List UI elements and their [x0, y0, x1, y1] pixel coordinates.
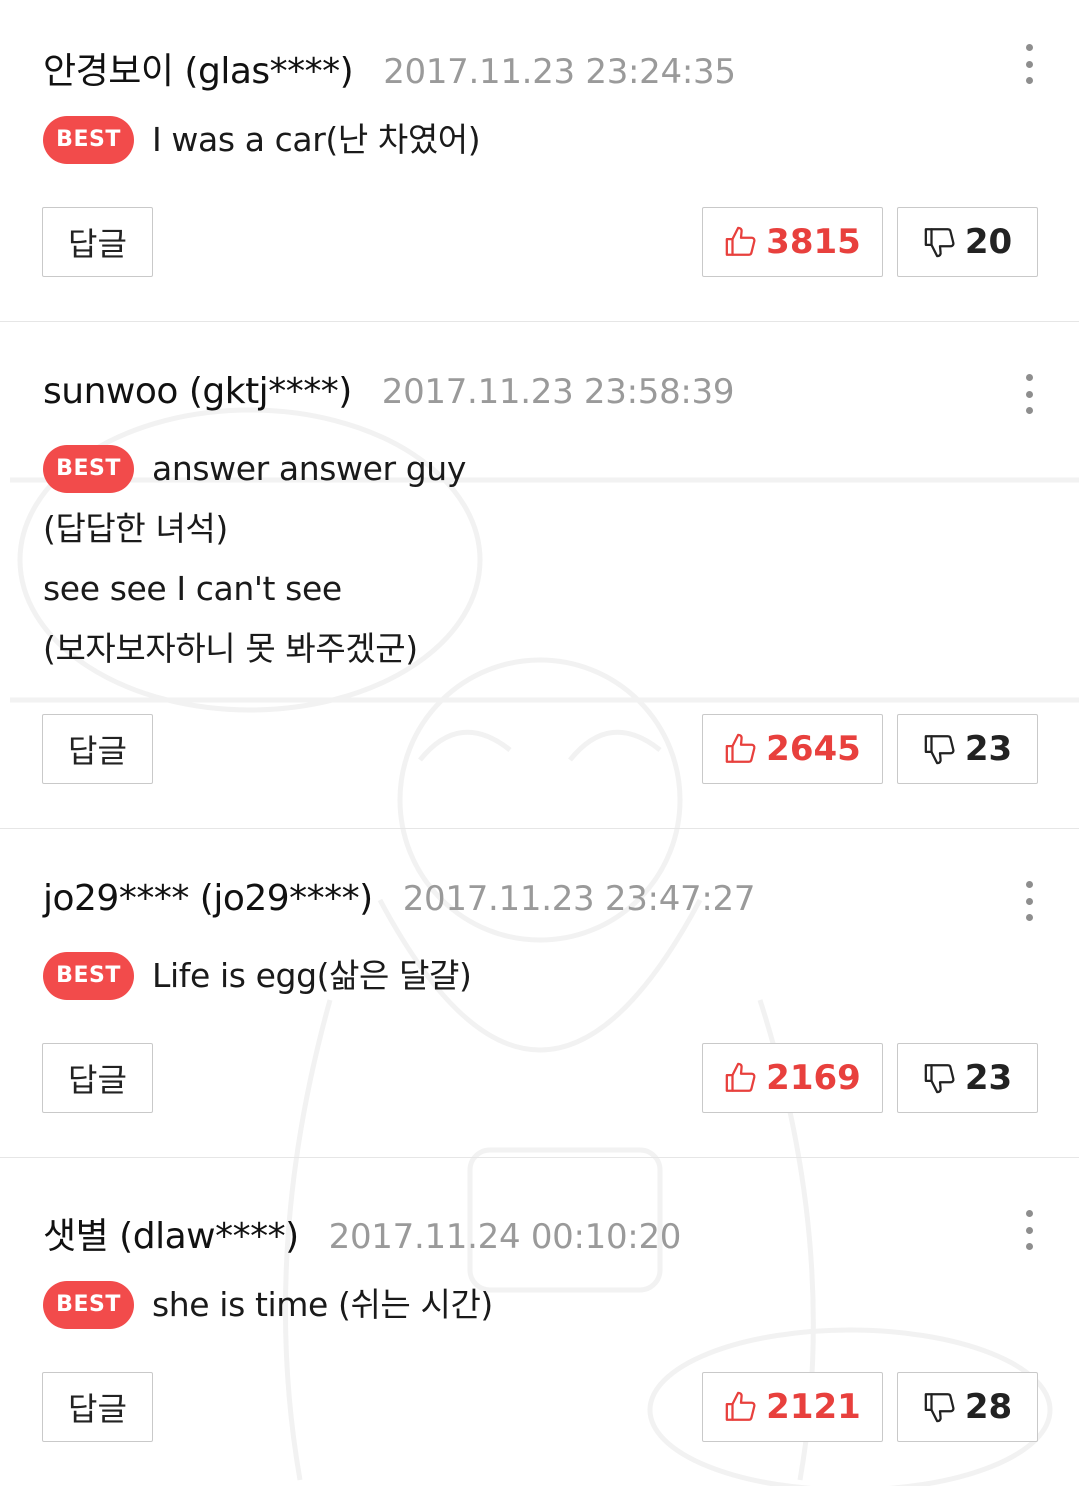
- like-count: 3815: [766, 222, 861, 262]
- best-badge: BEST: [43, 116, 134, 164]
- more-options-icon[interactable]: [1023, 881, 1035, 921]
- thumbs-up-icon: [725, 226, 756, 256]
- thumbs-up-icon: [725, 1062, 756, 1092]
- comment-body: BEST she is time (쉬는 시간): [43, 1275, 1039, 1335]
- dislike-button[interactable]: 23: [897, 714, 1038, 784]
- like-button[interactable]: 2645: [702, 714, 883, 784]
- comment-item: 안경보이 (glas****) 2017.11.23 23:24:35 BEST…: [0, 0, 1079, 322]
- comment-header: 샛별 (dlaw****) 2017.11.24 00:10:20: [43, 1207, 681, 1259]
- like-count: 2645: [766, 729, 861, 769]
- thumbs-down-icon: [924, 1064, 955, 1094]
- best-badge: BEST: [43, 952, 134, 1000]
- comment-text-line: answer answer guy: [152, 449, 466, 488]
- like-count: 2169: [766, 1058, 861, 1098]
- best-badge: BEST: [43, 1281, 134, 1329]
- comment-date: 2017.11.23 23:47:27: [402, 879, 756, 919]
- best-badge: BEST: [43, 445, 134, 493]
- more-options-icon[interactable]: [1023, 374, 1035, 414]
- comment-header: jo29**** (jo29****) 2017.11.23 23:47:27: [43, 878, 756, 919]
- like-button[interactable]: 3815: [702, 207, 883, 277]
- more-options-icon[interactable]: [1023, 44, 1035, 84]
- like-button[interactable]: 2121: [702, 1372, 883, 1442]
- thumbs-up-icon: [725, 1391, 756, 1421]
- reply-button[interactable]: 답글: [42, 1043, 153, 1113]
- more-options-icon[interactable]: [1023, 1210, 1035, 1250]
- comment-date: 2017.11.23 23:58:39: [381, 372, 735, 412]
- dislike-button[interactable]: 28: [897, 1372, 1038, 1442]
- comment-body: BEST I was a car(난 차였어): [43, 110, 1039, 170]
- comment-item: jo29**** (jo29****) 2017.11.23 23:47:27 …: [0, 829, 1079, 1158]
- thumbs-up-icon: [725, 733, 756, 763]
- comment-body: BEST Life is egg(삶은 달걀): [43, 946, 1039, 1006]
- dislike-count: 23: [964, 729, 1013, 769]
- thumbs-down-icon: [924, 735, 955, 765]
- comment-date: 2017.11.23 23:24:35: [383, 52, 736, 92]
- comment-text-line: Life is egg(삶은 달걀): [152, 956, 472, 995]
- dislike-count: 20: [964, 222, 1013, 262]
- reply-button[interactable]: 답글: [42, 207, 153, 277]
- thumbs-down-icon: [924, 228, 955, 258]
- dislike-button[interactable]: 20: [897, 207, 1038, 277]
- dislike-count: 23: [964, 1058, 1013, 1098]
- comment-item: sunwoo (gktj****) 2017.11.23 23:58:39 BE…: [0, 322, 1079, 829]
- comment-header: 안경보이 (glas****) 2017.11.23 23:24:35: [43, 42, 736, 94]
- comment-text-line: (답답한 녀석): [43, 509, 228, 548]
- like-count: 2121: [766, 1387, 861, 1427]
- author-name[interactable]: 샛별 (dlaw****): [43, 1207, 299, 1259]
- author-name[interactable]: 안경보이 (glas****): [43, 42, 354, 94]
- comment-text-line: see see I can't see: [43, 569, 342, 608]
- like-button[interactable]: 2169: [702, 1043, 883, 1113]
- comment-item: 샛별 (dlaw****) 2017.11.24 00:10:20 BEST sh…: [0, 1158, 1079, 1486]
- dislike-count: 28: [964, 1387, 1013, 1427]
- comment-body: BEST answer answer guy (답답한 녀석) see see I…: [43, 439, 1039, 679]
- comment-text-line: I was a car(난 차였어): [152, 120, 481, 159]
- reply-button[interactable]: 답글: [42, 714, 153, 784]
- author-name[interactable]: jo29**** (jo29****): [43, 878, 373, 919]
- thumbs-down-icon: [924, 1393, 955, 1423]
- comment-text-line: she is time (쉬는 시간): [152, 1285, 493, 1324]
- dislike-button[interactable]: 23: [897, 1043, 1038, 1113]
- comment-text-line: (보자보자하니 못 봐주겠군): [43, 629, 418, 668]
- comment-list: 안경보이 (glas****) 2017.11.23 23:24:35 BEST…: [0, 0, 1079, 1486]
- author-name[interactable]: sunwoo (gktj****): [43, 371, 352, 412]
- comment-header: sunwoo (gktj****) 2017.11.23 23:58:39: [43, 371, 735, 412]
- comment-date: 2017.11.24 00:10:20: [328, 1217, 682, 1257]
- reply-button[interactable]: 답글: [42, 1372, 153, 1442]
